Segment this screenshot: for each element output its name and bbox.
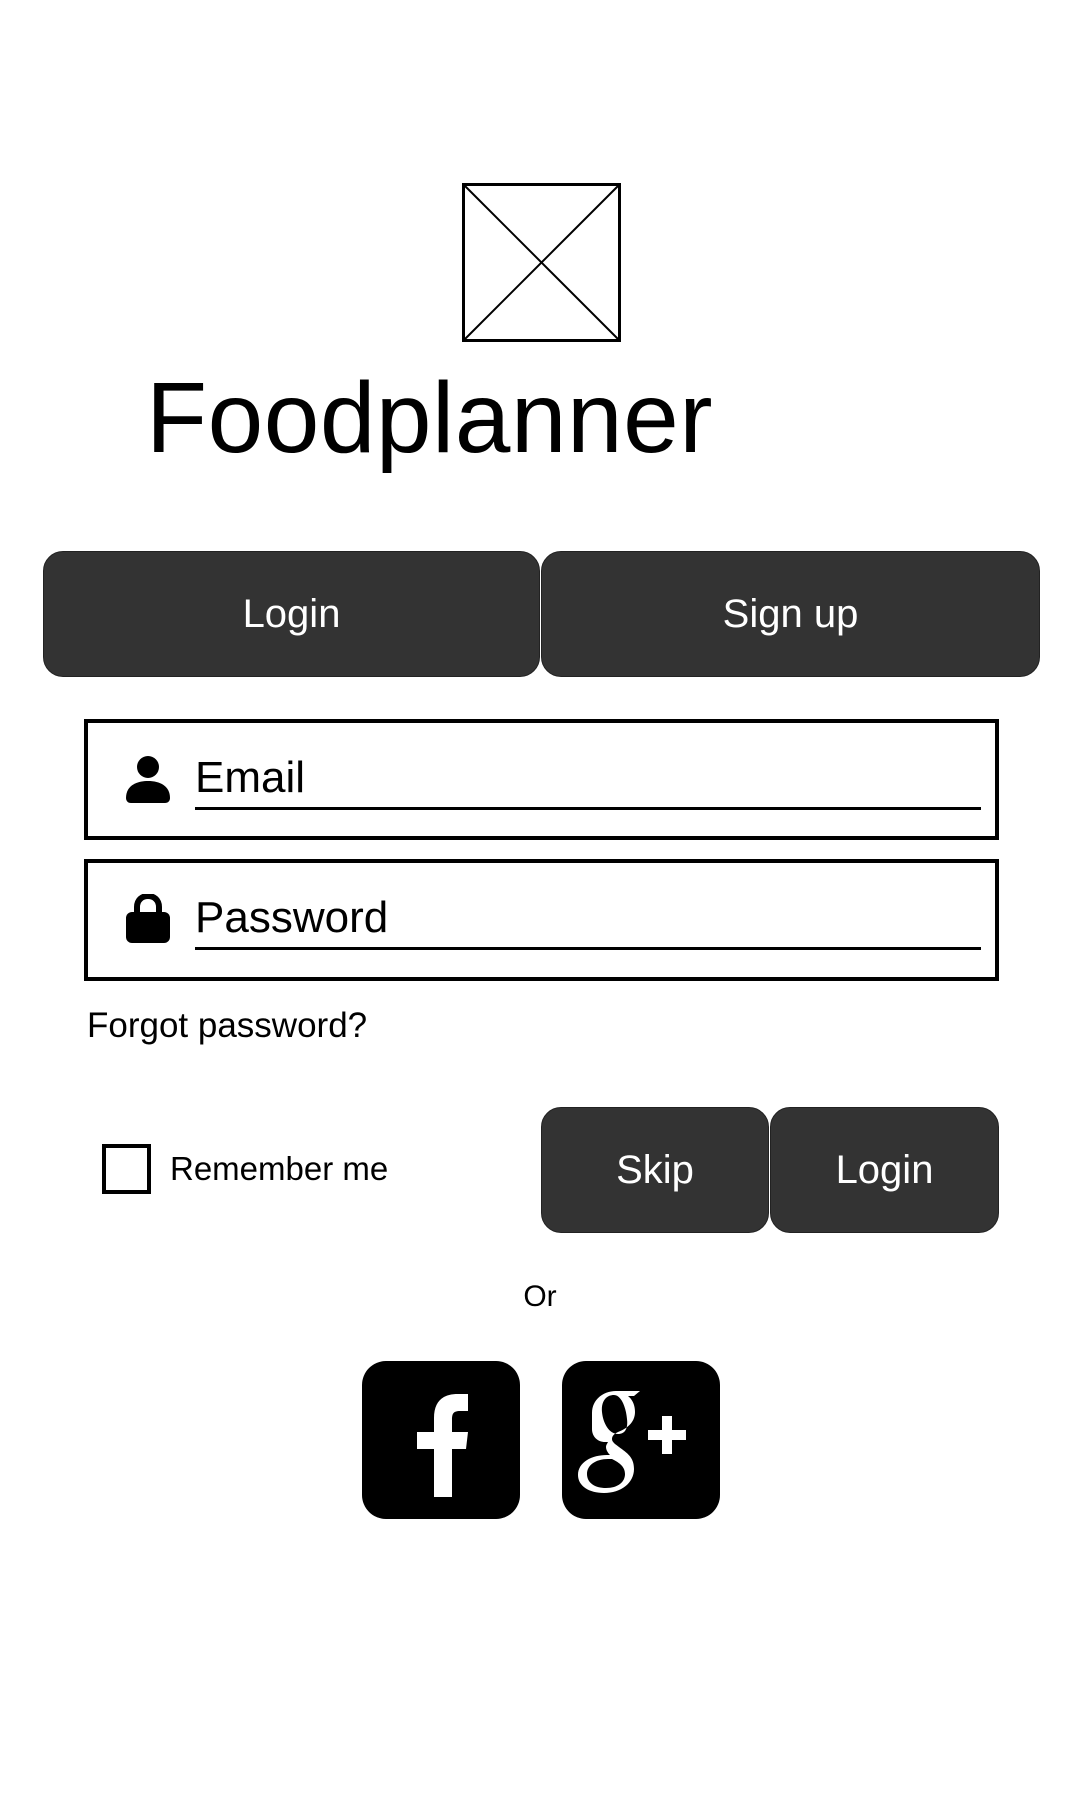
email-input[interactable] bbox=[195, 749, 981, 810]
user-icon bbox=[124, 754, 172, 804]
logo-placeholder-icon bbox=[462, 183, 621, 342]
password-input[interactable] bbox=[195, 889, 981, 950]
lock-icon bbox=[124, 894, 172, 944]
google-plus-icon bbox=[562, 1361, 720, 1519]
tab-signup[interactable]: Sign up bbox=[541, 551, 1040, 677]
app-title: Foodplanner bbox=[146, 362, 714, 474]
remember-me-checkbox[interactable] bbox=[102, 1144, 151, 1194]
remember-me: Remember me bbox=[102, 1144, 388, 1194]
google-plus-login-button[interactable] bbox=[562, 1361, 720, 1519]
password-field-box bbox=[84, 859, 999, 981]
facebook-login-button[interactable] bbox=[362, 1361, 520, 1519]
or-divider-label: Or bbox=[523, 1280, 557, 1313]
facebook-icon bbox=[362, 1361, 520, 1519]
login-button[interactable]: Login bbox=[770, 1107, 999, 1233]
tab-login[interactable]: Login bbox=[43, 551, 540, 677]
login-screen: Foodplanner Login Sign up Forgot passwor… bbox=[0, 0, 1080, 1800]
email-field-box bbox=[84, 719, 999, 840]
skip-button[interactable]: Skip bbox=[541, 1107, 769, 1233]
forgot-password-link[interactable]: Forgot password? bbox=[87, 1006, 367, 1046]
remember-me-label: Remember me bbox=[170, 1150, 389, 1187]
